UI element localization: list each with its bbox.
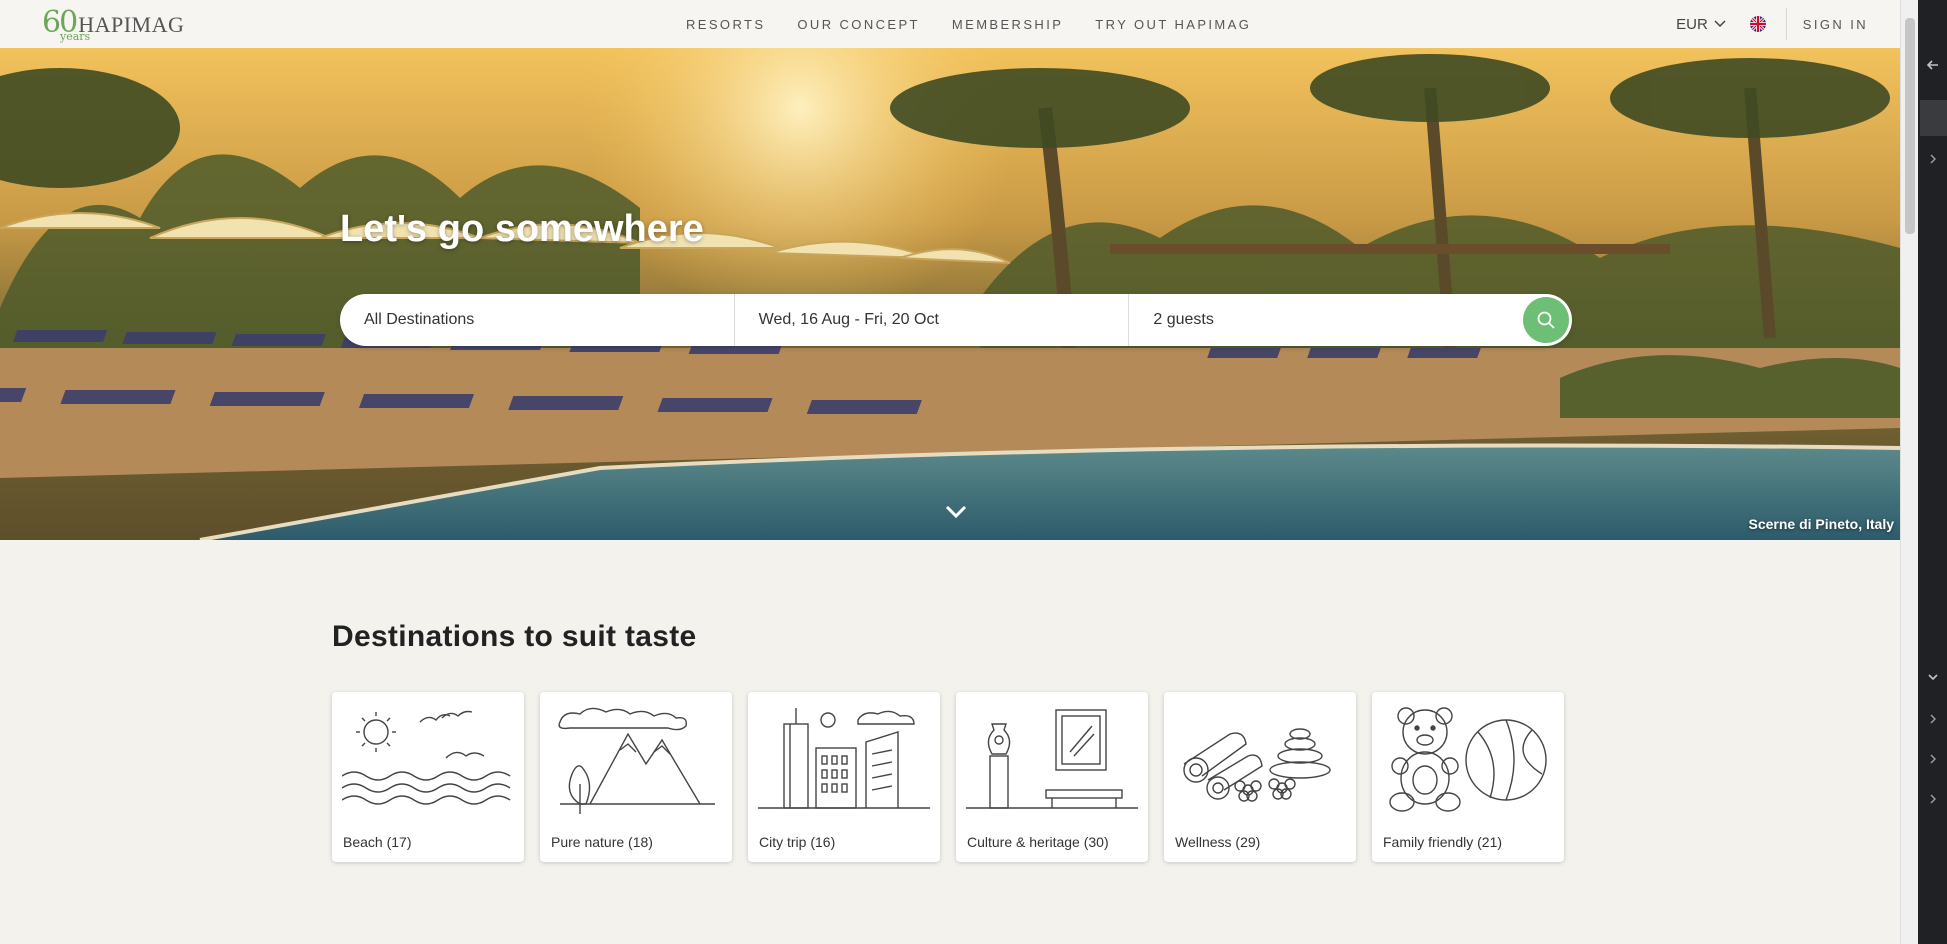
sign-in-link[interactable]: SIGN IN xyxy=(1803,17,1868,32)
card-pure-nature[interactable]: Pure nature (18) xyxy=(540,692,732,862)
card-label: City trip (16) xyxy=(759,834,836,850)
culture-icon xyxy=(966,709,1138,809)
beach-icon xyxy=(342,710,511,805)
chevron-right-icon[interactable] xyxy=(1926,792,1940,806)
page-scrollbar[interactable] xyxy=(1900,0,1918,944)
date-range-field[interactable]: Wed, 16 Aug - Fri, 20 Oct xyxy=(733,294,1129,346)
arrow-left-icon[interactable] xyxy=(1926,58,1940,72)
card-label: Beach (17) xyxy=(343,834,412,850)
header-right: EUR SIGN IN xyxy=(1676,0,1868,48)
side-panel xyxy=(1918,0,1947,944)
side-panel-highlight xyxy=(1920,100,1947,136)
destination-cards: Beach (17) Pure nature (18) City trip (1… xyxy=(332,692,1564,862)
chevron-right-icon[interactable] xyxy=(1926,752,1940,766)
nav-our-concept[interactable]: OUR CONCEPT xyxy=(797,17,919,32)
nav-try-out[interactable]: TRY OUT HAPIMAG xyxy=(1095,17,1251,32)
search-button[interactable] xyxy=(1523,297,1570,343)
logo-years: years xyxy=(60,30,91,43)
image-caption: Scerne di Pineto, Italy xyxy=(1748,516,1895,532)
search-icon xyxy=(1537,311,1555,329)
destination-field[interactable]: All Destinations xyxy=(340,294,734,346)
scrollbar-thumb[interactable] xyxy=(1905,18,1915,234)
search-bar: All Destinations Wed, 16 Aug - Fri, 20 O… xyxy=(340,294,1572,346)
wellness-icon xyxy=(1183,728,1331,802)
card-wellness[interactable]: Wellness (29) xyxy=(1164,692,1356,862)
hapimag-logo[interactable]: 60 years HAPIMAG xyxy=(42,8,185,44)
teddy-bear-icon xyxy=(1389,707,1547,812)
uk-flag-icon[interactable] xyxy=(1749,16,1766,32)
hero-banner: Let's go somewhere All Destinations Wed,… xyxy=(0,48,1900,540)
card-label: Culture & heritage (30) xyxy=(967,834,1109,850)
chevron-down-icon xyxy=(1714,20,1726,28)
guests-field[interactable]: 2 guests xyxy=(1128,294,1523,346)
card-beach[interactable]: Beach (17) xyxy=(332,692,524,862)
header-divider xyxy=(1785,8,1787,40)
card-label: Wellness (29) xyxy=(1175,834,1261,850)
nav-resorts[interactable]: RESORTS xyxy=(686,17,765,32)
currency-selector[interactable]: EUR xyxy=(1676,16,1726,33)
logo-brand: HAPIMAG xyxy=(78,12,185,37)
destinations-title: Destinations to suit taste xyxy=(332,620,697,653)
nav-membership[interactable]: MEMBERSHIP xyxy=(952,17,1063,32)
main-nav: RESORTS OUR CONCEPT MEMBERSHIP TRY OUT H… xyxy=(686,0,1251,48)
chevron-right-icon[interactable] xyxy=(1926,152,1940,166)
mountain-icon xyxy=(558,707,715,814)
chevron-down-icon[interactable] xyxy=(1926,670,1940,684)
card-city-trip[interactable]: City trip (16) xyxy=(748,692,940,862)
card-family-friendly[interactable]: Family friendly (21) xyxy=(1372,692,1564,862)
chevron-right-icon[interactable] xyxy=(1926,712,1940,726)
card-culture-heritage[interactable]: Culture & heritage (30) xyxy=(956,692,1148,862)
city-icon xyxy=(758,708,930,809)
top-header: 60 years HAPIMAG RESORTS OUR CONCEPT MEM… xyxy=(0,0,1900,48)
card-label: Family friendly (21) xyxy=(1383,834,1503,850)
currency-label: EUR xyxy=(1676,15,1708,33)
scroll-down-chevron-icon[interactable] xyxy=(944,504,968,520)
hero-title: Let's go somewhere xyxy=(340,208,704,250)
card-label: Pure nature (18) xyxy=(551,834,653,850)
